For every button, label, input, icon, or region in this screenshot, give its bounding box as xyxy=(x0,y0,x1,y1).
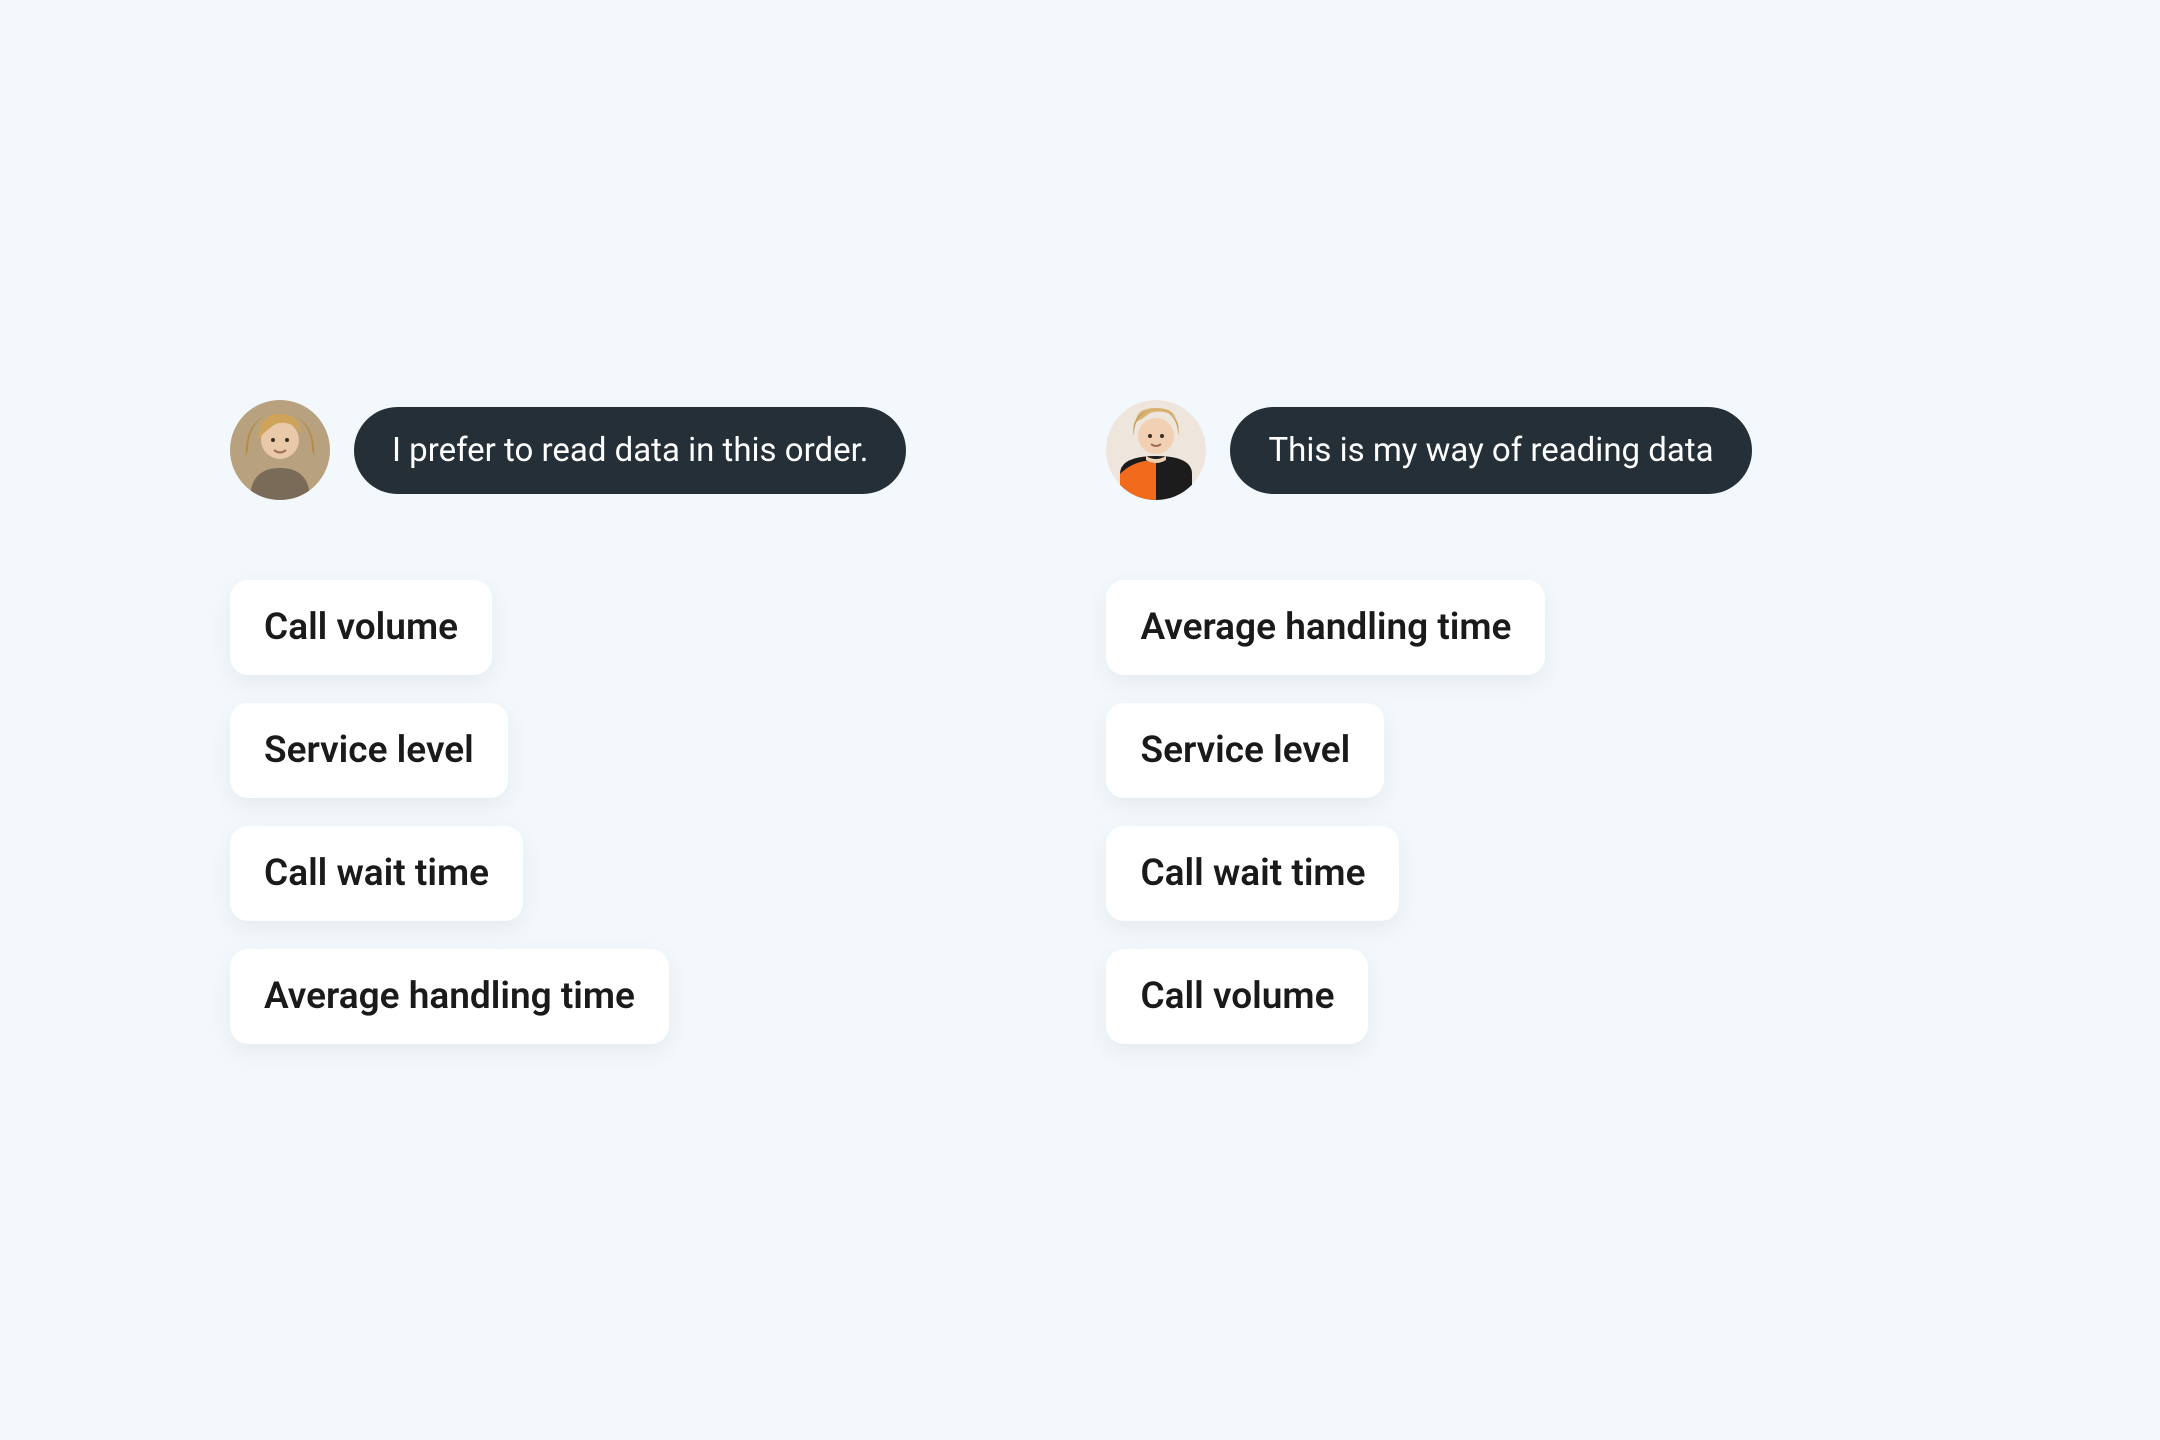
right-panel: This is my way of reading data Average h… xyxy=(1106,400,1751,1044)
right-speech-bubble: This is my way of reading data xyxy=(1230,407,1751,494)
avatar-left-icon xyxy=(230,400,330,500)
left-speech-bubble: I prefer to read data in this order. xyxy=(354,407,906,494)
metric-item[interactable]: Service level xyxy=(1106,703,1384,798)
metric-item[interactable]: Call volume xyxy=(230,580,492,675)
right-header: This is my way of reading data xyxy=(1106,400,1751,500)
left-header: I prefer to read data in this order. xyxy=(230,400,906,500)
metric-item[interactable]: Average handling time xyxy=(230,949,669,1044)
metric-item[interactable]: Call wait time xyxy=(230,826,523,921)
metric-item[interactable]: Service level xyxy=(230,703,508,798)
right-metric-list: Average handling time Service level Call… xyxy=(1106,580,1751,1044)
metric-item[interactable]: Call volume xyxy=(1106,949,1368,1044)
panels-container: I prefer to read data in this order. Cal… xyxy=(230,400,1752,1044)
metric-item[interactable]: Call wait time xyxy=(1106,826,1399,921)
metric-item[interactable]: Average handling time xyxy=(1106,580,1545,675)
left-panel: I prefer to read data in this order. Cal… xyxy=(230,400,906,1044)
avatar-right-icon xyxy=(1106,400,1206,500)
avatar-right xyxy=(1106,400,1206,500)
left-metric-list: Call volume Service level Call wait time… xyxy=(230,580,906,1044)
avatar-left xyxy=(230,400,330,500)
